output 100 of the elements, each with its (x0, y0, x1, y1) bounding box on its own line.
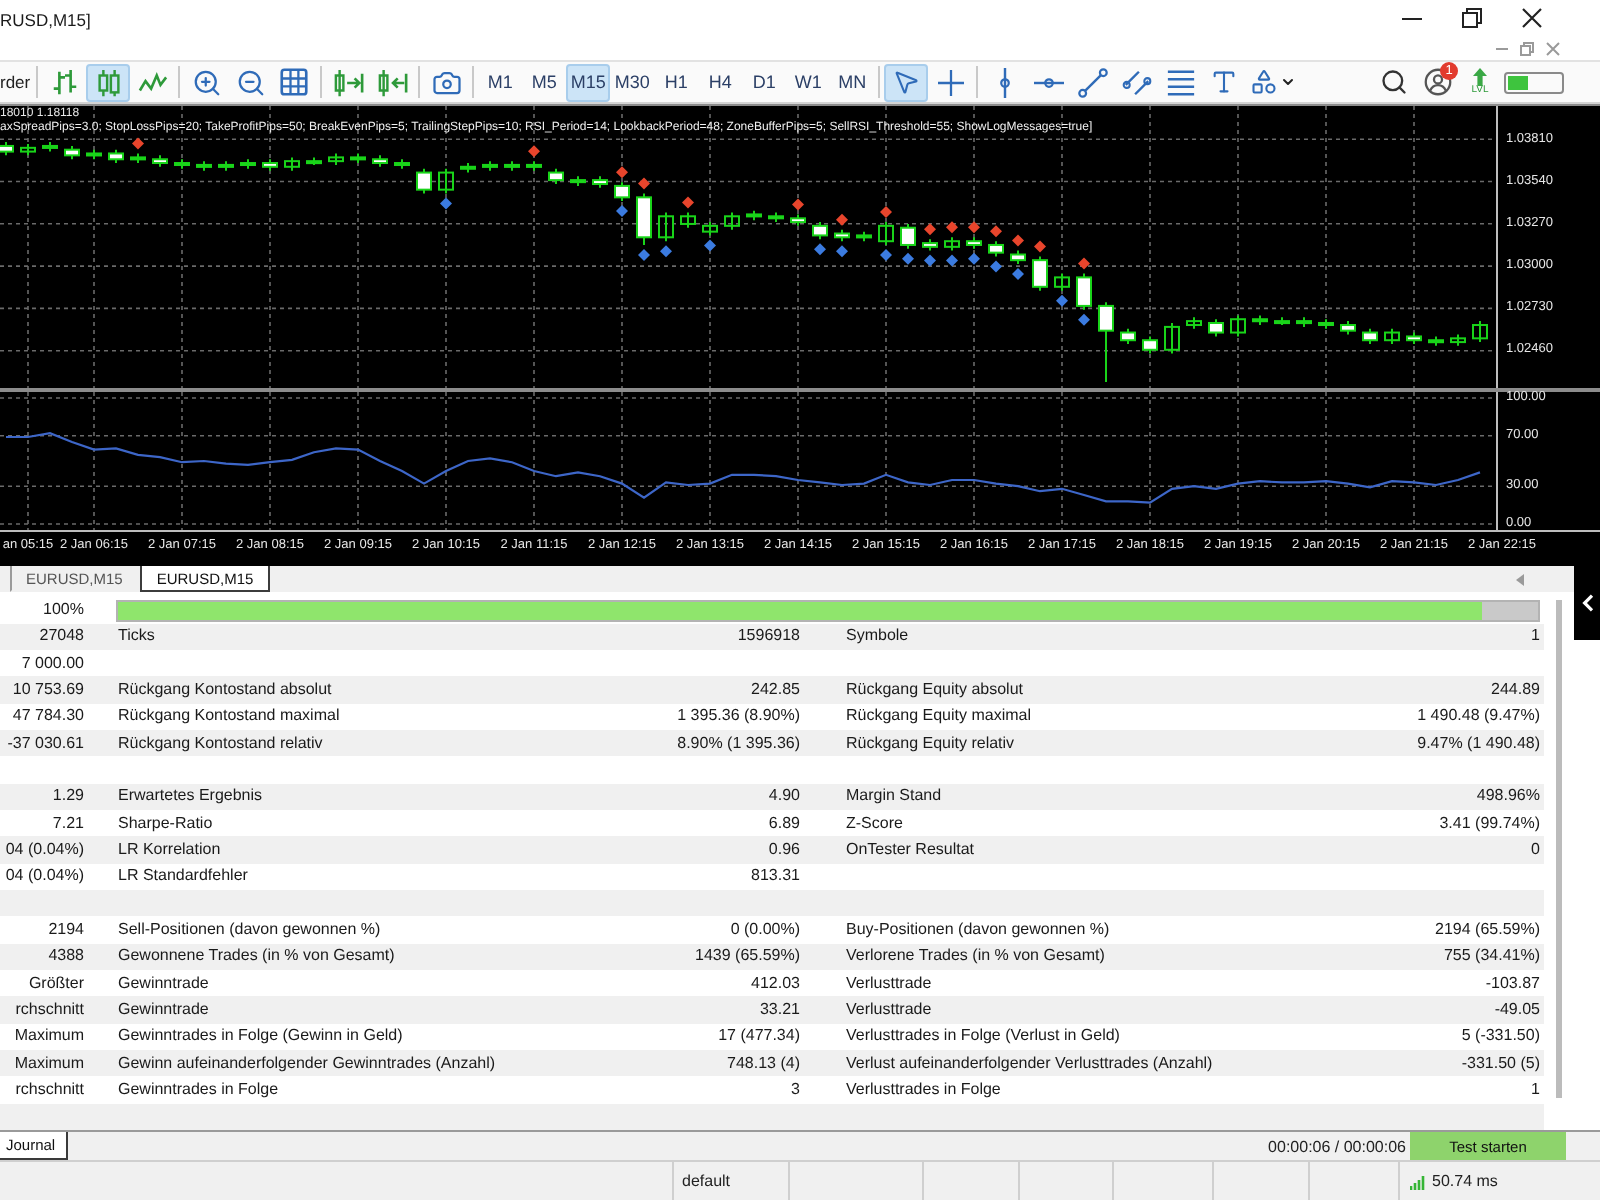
user-icon (1424, 68, 1452, 96)
timeframe-button[interactable]: M30 (610, 63, 655, 101)
panel-collapse-button[interactable] (1574, 566, 1600, 640)
candle (1296, 316, 1312, 328)
candle (438, 167, 454, 195)
candle (878, 221, 894, 246)
timeframe-button[interactable]: D1 (742, 63, 787, 101)
diamond-marker-icon (616, 205, 628, 218)
timeframe-button[interactable]: H4 (698, 63, 743, 101)
diamond-marker-icon (1012, 234, 1024, 247)
stat-label: Gewinntrade (118, 1000, 209, 1021)
candle (1362, 327, 1378, 345)
diamond-marker-icon (440, 197, 452, 210)
chart-type-button[interactable] (86, 63, 131, 101)
candle (1142, 335, 1158, 355)
candle (856, 230, 872, 243)
stacked-lines-icon (1165, 67, 1196, 97)
stat-value: 04 (0.04%) (5, 840, 84, 861)
stat-value: rchschnitt (15, 1080, 84, 1100)
shapes-icon (1250, 68, 1279, 96)
order-button[interactable]: rder (0, 64, 33, 100)
diamond-marker-icon (990, 260, 1002, 273)
diamond-marker-icon (1034, 240, 1046, 253)
diamond-marker-icon (792, 198, 804, 211)
stat-label: Sharpe-Ratio (118, 813, 213, 834)
stat-value: 8.90% (1 395.36) (677, 733, 800, 754)
candle (944, 236, 960, 252)
diamond-marker-icon (924, 223, 936, 236)
stat-value: 0 (0.00%) (730, 920, 800, 941)
stat-value: 33.21 (759, 1000, 800, 1021)
parallel-lines-icon (1121, 67, 1152, 97)
stat-label: Ticks (118, 626, 155, 647)
stat-label: Buy-Positionen (davon gewonnen %) (846, 920, 1110, 941)
stat-value: 1 490.48 (9.47%) (1417, 706, 1540, 727)
stat-label: Rückgang Equity maximal (846, 706, 1031, 727)
timeframe-button[interactable]: MN (830, 63, 875, 101)
stat-value: 1 (1531, 626, 1540, 647)
candle (1054, 272, 1070, 292)
candle (86, 148, 102, 161)
diamond-marker-icon (836, 213, 848, 226)
diamond-marker-icon (682, 196, 694, 209)
stat-label: Verlusttrades in Folge (Verlust in Geld) (846, 1026, 1120, 1047)
stat-label: Margin Stand (846, 786, 942, 807)
candle (922, 238, 938, 252)
ping-time: 50.74 ms (1432, 1172, 1498, 1190)
candle (834, 228, 850, 243)
scrollbar[interactable] (1556, 600, 1562, 1098)
stat-value: 4388 (48, 946, 84, 967)
stat-value: 47 784.30 (12, 706, 84, 727)
candle (1384, 327, 1400, 345)
stat-value: 2194 (48, 920, 84, 941)
timeframe-button[interactable]: W1 (786, 63, 831, 101)
stat-label: Gewinntrades in Folge (Gewinn in Geld) (118, 1026, 403, 1047)
horizontal-line-icon (1033, 75, 1064, 89)
diamond-marker-icon (638, 248, 650, 261)
stat-value: 412.03 (751, 973, 800, 994)
stat-value: 0 (1531, 840, 1540, 861)
candle (196, 160, 212, 172)
timeframe-button[interactable]: M15 (566, 63, 611, 101)
diamond-marker-icon (1012, 267, 1024, 280)
stat-value: -103.87 (1485, 973, 1540, 994)
timeframe-button[interactable]: H1 (654, 63, 699, 101)
candle (1164, 322, 1180, 355)
diamond-marker-icon (946, 254, 958, 267)
stat-value: 2194 (65.59%) (1435, 920, 1540, 941)
cursor-button[interactable] (884, 63, 929, 101)
timeframe-button[interactable]: M1 (478, 63, 523, 101)
candle (724, 211, 740, 231)
diamond-marker-icon (814, 243, 826, 256)
diamond-marker-icon (660, 245, 672, 258)
stat-value: 10 753.69 (12, 680, 84, 701)
candle (1010, 249, 1026, 265)
candle (592, 175, 608, 189)
stat-value: 4.90 (768, 786, 800, 807)
diamond-marker-icon (616, 166, 628, 179)
diamond-marker-icon (946, 221, 958, 234)
timeframe-button[interactable]: M5 (522, 63, 567, 101)
candle-arrow-right-icon (333, 67, 364, 97)
candle (900, 222, 916, 250)
stat-value: 3 (791, 1080, 800, 1100)
restore-icon (1462, 8, 1482, 28)
diamond-marker-icon (1078, 257, 1090, 270)
stat-label: Gewonnene Trades (in % von Gesamt) (118, 946, 395, 967)
candle (1230, 314, 1246, 338)
candle (0, 141, 14, 157)
diamond-marker-icon (902, 252, 914, 265)
stat-label: LR Korrelation (118, 840, 221, 861)
cursor-icon (892, 68, 921, 96)
battery-icon (1504, 71, 1564, 93)
vertical-line-icon (997, 67, 1012, 97)
candle (20, 142, 36, 157)
stat-value: 0.96 (768, 840, 800, 861)
stat-label: Gewinntrade (118, 973, 209, 994)
diamond-marker-icon (1078, 313, 1090, 326)
scroll-left-icon (1516, 573, 1524, 585)
stat-value: 9.47% (1 490.48) (1417, 733, 1540, 754)
candle (746, 209, 762, 222)
stat-value: 1439 (65.59%) (695, 946, 800, 967)
signal-icon (1410, 1173, 1426, 1189)
candle (966, 236, 982, 250)
